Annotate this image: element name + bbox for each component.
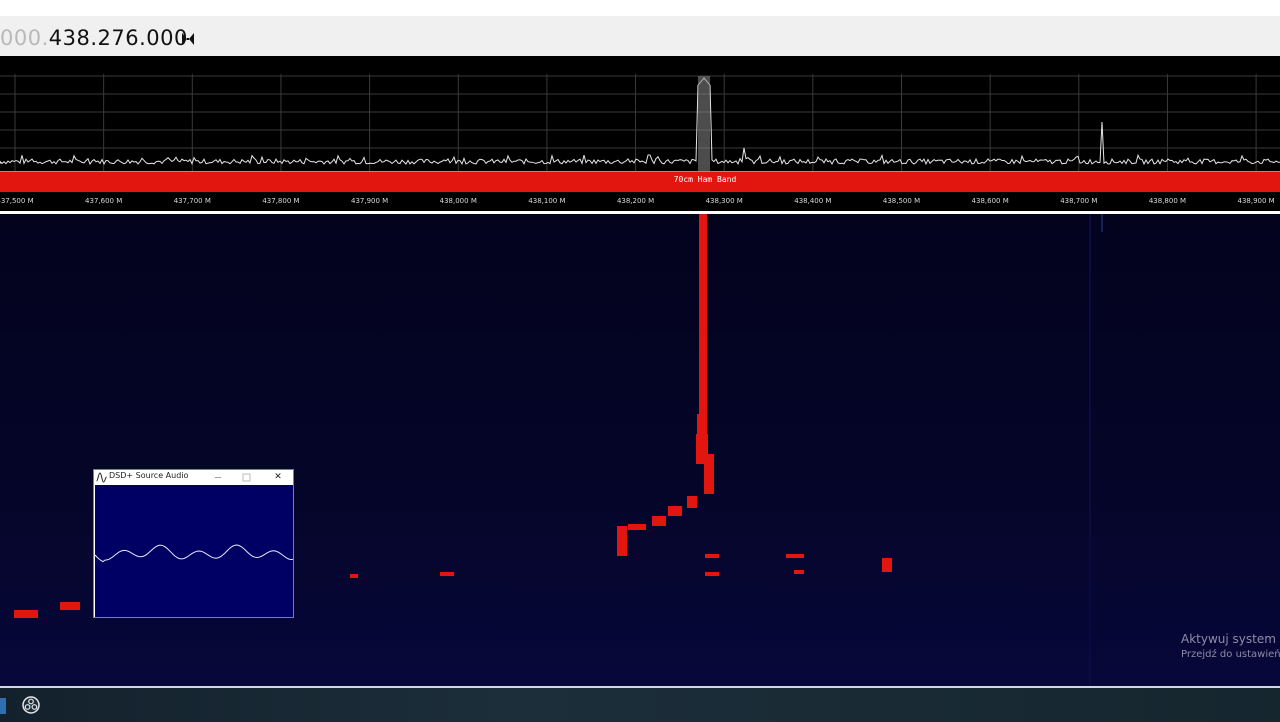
axis-tick-label: 438,300 M [705, 197, 743, 205]
signal-trace [705, 554, 719, 558]
spectrum-plot [0, 74, 1280, 171]
minimize-label: — [214, 473, 222, 481]
signal-trace [704, 454, 714, 494]
axis-tick-label: 438,200 M [616, 197, 655, 205]
signal-trace [705, 572, 719, 576]
signal-trace [617, 526, 627, 556]
axis-tick-label: 438,900 M [1237, 197, 1275, 205]
watermark-line-1: Aktywuj system W [1181, 632, 1280, 646]
signal-trace [628, 524, 646, 530]
axis-tick-label: 438,400 M [794, 197, 832, 205]
band-plan-bar[interactable]: 70cm Ham Band [0, 171, 1280, 193]
signal-trace [350, 574, 358, 578]
spectrum-display[interactable]: 70cm Ham Band 437,500 M 437,600 M 437,700 … [0, 56, 1280, 212]
waveform-icon [96, 472, 107, 483]
band-label: 70cm Ham Band [673, 175, 737, 184]
dsd-titlebar[interactable]: DSD+ Source Audio — ✕ [94, 470, 293, 485]
signal-trace [882, 558, 892, 572]
signal-trace [699, 214, 707, 414]
bowtie-lock-icon[interactable] [180, 31, 196, 47]
frequency-value: 438.276.000 [48, 26, 188, 50]
axis-tick-label: 438,500 M [882, 197, 921, 205]
axis-tick-label: 437,500 M [0, 197, 34, 205]
frequency-dim-prefix: 000. [0, 26, 49, 50]
frequency-axis: 437,500 M 437,600 M 437,700 M 437,800 M 437,… [0, 192, 1280, 212]
signal-trace [652, 516, 666, 526]
minimize-button[interactable]: — [206, 470, 230, 485]
dsd-window-title: DSD+ Source Audio [109, 471, 189, 480]
signal-trace [440, 572, 454, 576]
signal-trace [687, 496, 697, 508]
axis-tick-label: 438,800 M [1148, 197, 1187, 205]
close-button[interactable]: ✕ [266, 470, 290, 485]
signal-trace [60, 602, 80, 610]
axis-tick-label: 437,900 M [350, 197, 389, 205]
axis-tick-label: 438,100 M [528, 197, 566, 205]
maximize-button[interactable] [235, 470, 259, 485]
audio-waveform-trace [94, 544, 294, 563]
axis-tick-label: 438,600 M [971, 197, 1009, 205]
close-label: ✕ [274, 472, 282, 482]
dsd-source-audio-window[interactable]: DSD+ Source Audio — ✕ [93, 469, 294, 618]
axis-tick-label: 437,700 M [173, 197, 211, 205]
obs-studio-icon[interactable] [22, 696, 40, 714]
axis-tick-label: 437,800 M [262, 197, 300, 205]
axis-tick-label: 437,600 M [85, 197, 123, 205]
taskbar [0, 686, 1280, 722]
watermark-line-2: Przejdź do ustawień, a [1181, 649, 1280, 660]
taskbar-app-icon[interactable] [0, 698, 6, 714]
audio-scope [94, 485, 294, 617]
signal-trace [786, 554, 804, 558]
signal-trace [794, 570, 804, 574]
top-strip [0, 0, 1280, 16]
tuned-channel-marker [698, 76, 710, 171]
maximize-icon [242, 473, 251, 482]
axis-tick-label: 438,700 M [1060, 197, 1098, 205]
frequency-readout[interactable]: 000.438.276.000 [0, 25, 188, 51]
windows-activation-watermark: Aktywuj system W Przejdź do ustawień, a [1181, 632, 1280, 660]
signal-trace [668, 506, 682, 516]
signal-trace [14, 610, 38, 618]
audio-waveform [94, 544, 294, 563]
signal-trace [697, 414, 707, 434]
axis-tick-label: 438,000 M [439, 197, 477, 205]
